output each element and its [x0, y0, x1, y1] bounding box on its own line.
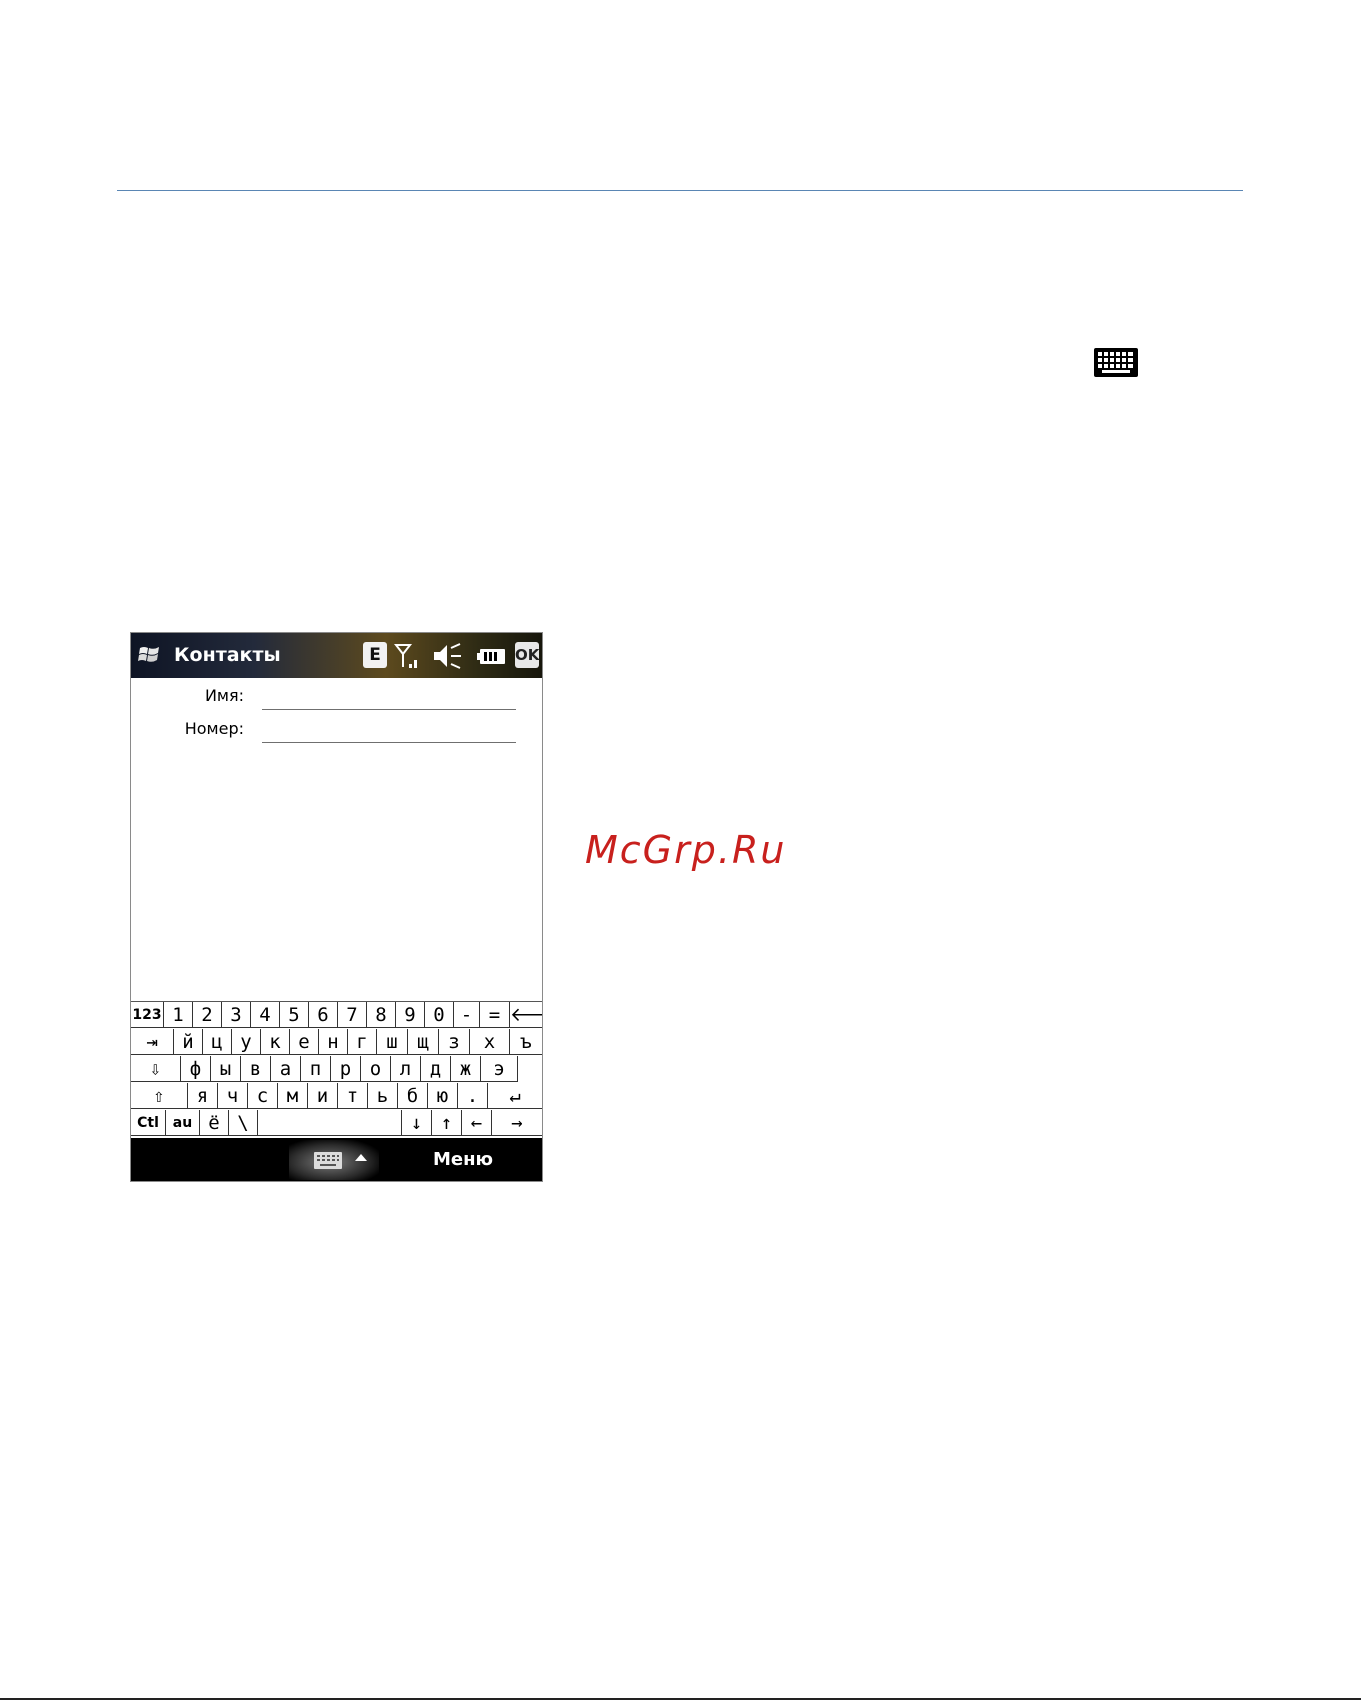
- key-у[interactable]: у: [232, 1029, 261, 1055]
- windows-logo-icon[interactable]: [137, 642, 163, 668]
- app-title: Контакты: [174, 644, 281, 666]
- key-э[interactable]: э: [481, 1056, 518, 1082]
- ok-button[interactable]: OK: [515, 642, 539, 668]
- key-3[interactable]: 3: [222, 1002, 251, 1028]
- key-л[interactable]: л: [391, 1056, 421, 1082]
- key-caps-lock[interactable]: ⇩: [131, 1056, 181, 1082]
- key-arrow-left[interactable]: ←: [462, 1110, 492, 1136]
- key-2[interactable]: 2: [193, 1002, 222, 1028]
- key-ю[interactable]: ю: [428, 1083, 458, 1109]
- key-backspace[interactable]: 🡐: [510, 1002, 542, 1028]
- name-label: Имя:: [204, 686, 244, 705]
- key-123[interactable]: 123: [131, 1002, 164, 1028]
- chevron-up-icon: [355, 1154, 367, 1161]
- key-6[interactable]: 6: [309, 1002, 338, 1028]
- key-tab[interactable]: ⇥: [131, 1029, 174, 1055]
- key-р[interactable]: р: [331, 1056, 361, 1082]
- key-ч[interactable]: ч: [218, 1083, 248, 1109]
- key-ъ[interactable]: ъ: [510, 1029, 542, 1055]
- key-arrow-right[interactable]: →: [492, 1110, 542, 1136]
- input-panel-button[interactable]: [289, 1140, 379, 1180]
- number-field[interactable]: [262, 715, 520, 743]
- phone-screen: Контакты E OK Имя: Номер: 123 1 2 3 4 5 …: [130, 632, 543, 1182]
- keyboard-row-5: Ctl au ё \ ↓ ↑ ← →: [131, 1110, 542, 1137]
- key-backslash[interactable]: \: [229, 1110, 258, 1136]
- keyboard-row-2: ⇥ й ц у к е н г ш щ з х ъ: [131, 1029, 542, 1056]
- key-minus[interactable]: -: [454, 1002, 480, 1028]
- key-м[interactable]: м: [278, 1083, 308, 1109]
- key-к[interactable]: к: [261, 1029, 290, 1055]
- key-е[interactable]: е: [290, 1029, 319, 1055]
- key-й[interactable]: й: [174, 1029, 203, 1055]
- key-ц[interactable]: ц: [203, 1029, 232, 1055]
- key-ё[interactable]: ё: [200, 1110, 229, 1136]
- key-shift[interactable]: ⇧: [131, 1083, 188, 1109]
- key-1[interactable]: 1: [164, 1002, 193, 1028]
- name-field-underline: [262, 709, 516, 710]
- key-щ[interactable]: щ: [408, 1029, 439, 1055]
- key-ь[interactable]: ь: [368, 1083, 398, 1109]
- soft-keyboard: 123 1 2 3 4 5 6 7 8 9 0 - = 🡐 ⇥ й ц у к …: [131, 1001, 542, 1139]
- key-х[interactable]: х: [470, 1029, 510, 1055]
- key-д[interactable]: д: [421, 1056, 451, 1082]
- key-ф[interactable]: ф: [181, 1056, 211, 1082]
- key-с[interactable]: с: [248, 1083, 278, 1109]
- watermark: McGrp.Ru: [585, 828, 787, 872]
- key-и[interactable]: и: [308, 1083, 338, 1109]
- key-ы[interactable]: ы: [211, 1056, 241, 1082]
- top-divider: [117, 190, 1243, 191]
- menu-bar: Меню: [131, 1138, 542, 1181]
- key-з[interactable]: з: [439, 1029, 470, 1055]
- key-4[interactable]: 4: [251, 1002, 280, 1028]
- signal-icon[interactable]: [394, 642, 422, 670]
- menu-softkey[interactable]: Меню: [433, 1149, 493, 1170]
- name-field[interactable]: [262, 682, 520, 710]
- key-equals[interactable]: =: [480, 1002, 510, 1028]
- key-arrow-up[interactable]: ↑: [432, 1110, 462, 1136]
- bottom-divider: [0, 1698, 1361, 1700]
- keyboard-row-1: 123 1 2 3 4 5 6 7 8 9 0 - = 🡐: [131, 1002, 542, 1029]
- key-au[interactable]: au: [166, 1110, 200, 1136]
- keyboard-row-4: ⇧ я ч с м и т ь б ю . ↵: [131, 1083, 542, 1110]
- key-ж[interactable]: ж: [451, 1056, 481, 1082]
- key-о[interactable]: о: [361, 1056, 391, 1082]
- keyboard-icon: [314, 1152, 342, 1169]
- key-enter[interactable]: ↵: [488, 1083, 542, 1109]
- number-field-underline: [262, 742, 516, 743]
- key-period[interactable]: .: [458, 1083, 488, 1109]
- key-б[interactable]: б: [398, 1083, 428, 1109]
- key-п[interactable]: п: [301, 1056, 331, 1082]
- key-т[interactable]: т: [338, 1083, 368, 1109]
- battery-icon[interactable]: [476, 642, 508, 670]
- key-а[interactable]: а: [271, 1056, 301, 1082]
- key-7[interactable]: 7: [338, 1002, 367, 1028]
- network-type-icon[interactable]: E: [363, 642, 387, 668]
- key-ш[interactable]: ш: [377, 1029, 408, 1055]
- key-9[interactable]: 9: [396, 1002, 425, 1028]
- key-в[interactable]: в: [241, 1056, 271, 1082]
- title-bar: Контакты E OK: [131, 633, 542, 678]
- key-arrow-down[interactable]: ↓: [402, 1110, 432, 1136]
- key-ctl[interactable]: Ctl: [131, 1110, 166, 1136]
- keyboard-row-3: ⇩ ф ы в а п р о л д ж э: [131, 1056, 542, 1083]
- key-0[interactable]: 0: [425, 1002, 454, 1028]
- key-8[interactable]: 8: [367, 1002, 396, 1028]
- key-space[interactable]: [258, 1110, 402, 1136]
- key-н[interactable]: н: [319, 1029, 348, 1055]
- keyboard-icon: [1094, 348, 1138, 377]
- number-label: Номер:: [184, 719, 244, 738]
- key-5[interactable]: 5: [280, 1002, 309, 1028]
- key-г[interactable]: г: [348, 1029, 377, 1055]
- speaker-muted-icon[interactable]: [431, 642, 463, 670]
- key-я[interactable]: я: [188, 1083, 218, 1109]
